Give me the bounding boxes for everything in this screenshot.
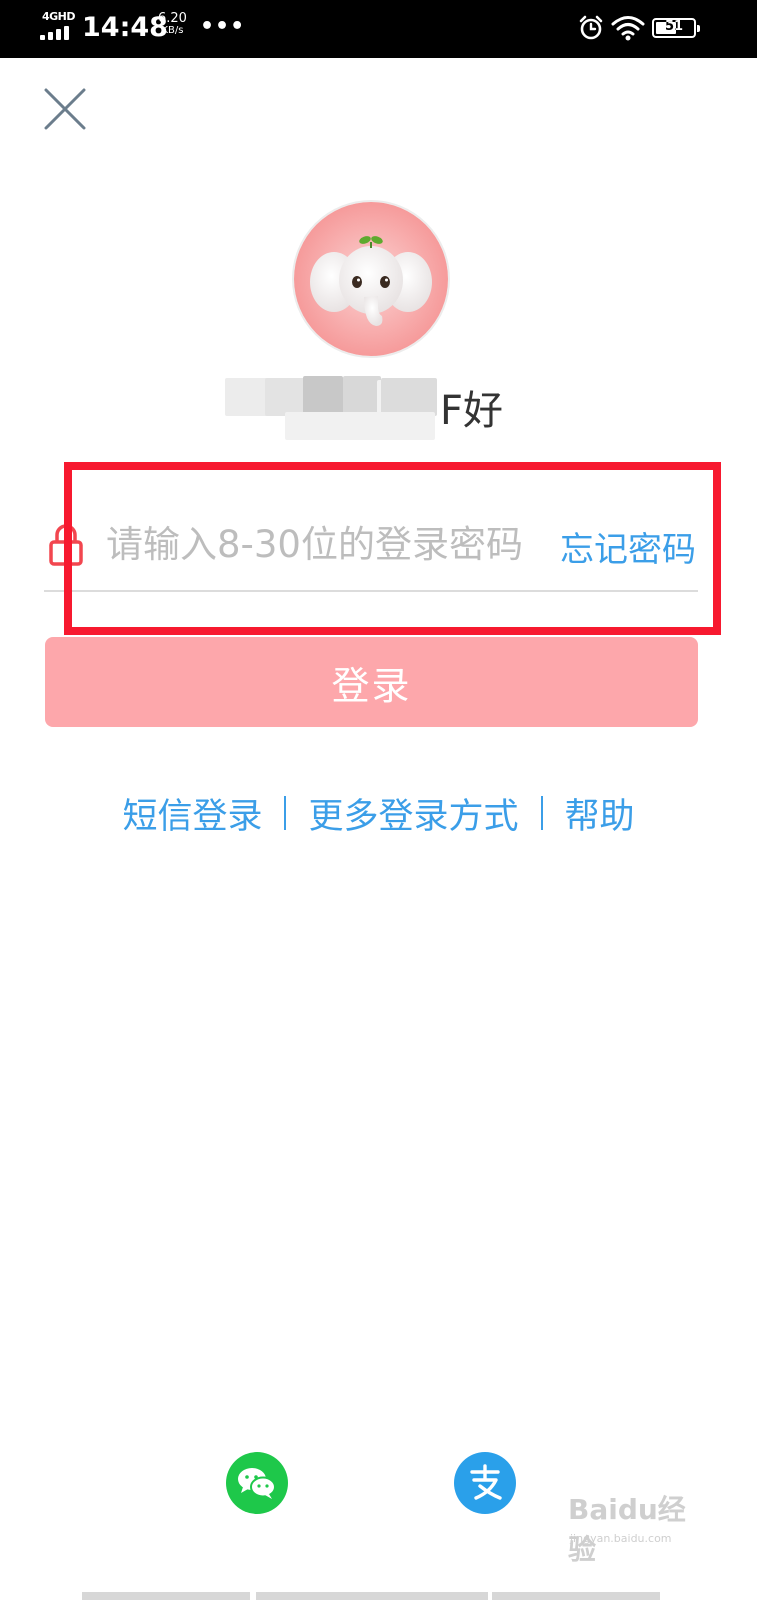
bottom-edge-bars — [82, 1592, 662, 1600]
wechat-login-button[interactable] — [226, 1452, 288, 1514]
network-speed-unit: KB/s — [161, 25, 184, 36]
watermark-url: jingyan.baidu.com — [570, 1532, 672, 1545]
baidu-jingyan-watermark: Baidu经验 jingyan.baidu.com — [568, 1488, 708, 1566]
greeting: F好 — [225, 370, 525, 440]
forgot-password-link[interactable]: 忘记密码 — [560, 522, 696, 571]
network-speed: 6.20 KB/s — [158, 12, 187, 37]
greeting-text: F好 — [440, 388, 504, 434]
link-separator — [540, 796, 543, 830]
watermark-brand: Baidu经验 — [568, 1493, 686, 1566]
status-time: 14:48 — [82, 12, 168, 43]
elephant-mascot-icon — [294, 202, 448, 356]
link-separator — [284, 796, 287, 830]
sms-login-link[interactable]: 短信登录 — [122, 788, 262, 839]
wechat-icon — [238, 1468, 276, 1499]
avatar — [292, 200, 450, 358]
network-speed-value: 6.20 — [158, 11, 187, 26]
more-notifications-icon: ••• — [200, 14, 246, 39]
more-login-methods-link[interactable]: 更多登录方式 — [308, 788, 518, 839]
status-bar: 4GHD 14:48 6.20 KB/s ••• 51 — [0, 0, 757, 58]
battery-icon: 51 — [652, 18, 700, 38]
alipay-login-button[interactable] — [454, 1452, 516, 1514]
password-input[interactable] — [106, 518, 574, 570]
battery-level: 51 — [664, 19, 684, 34]
password-row: 忘记密码 — [44, 500, 698, 592]
login-button[interactable]: 登录 — [45, 637, 698, 727]
alarm-icon — [579, 15, 603, 40]
lock-icon — [49, 524, 83, 566]
wifi-icon — [611, 16, 645, 41]
network-type: 4GHD — [42, 10, 76, 23]
help-link[interactable]: 帮助 — [565, 788, 635, 839]
signal-icon — [40, 24, 74, 40]
alipay-icon — [470, 1464, 502, 1500]
alternate-login-links: 短信登录 更多登录方式 帮助 — [0, 788, 757, 838]
close-icon[interactable] — [40, 84, 90, 134]
